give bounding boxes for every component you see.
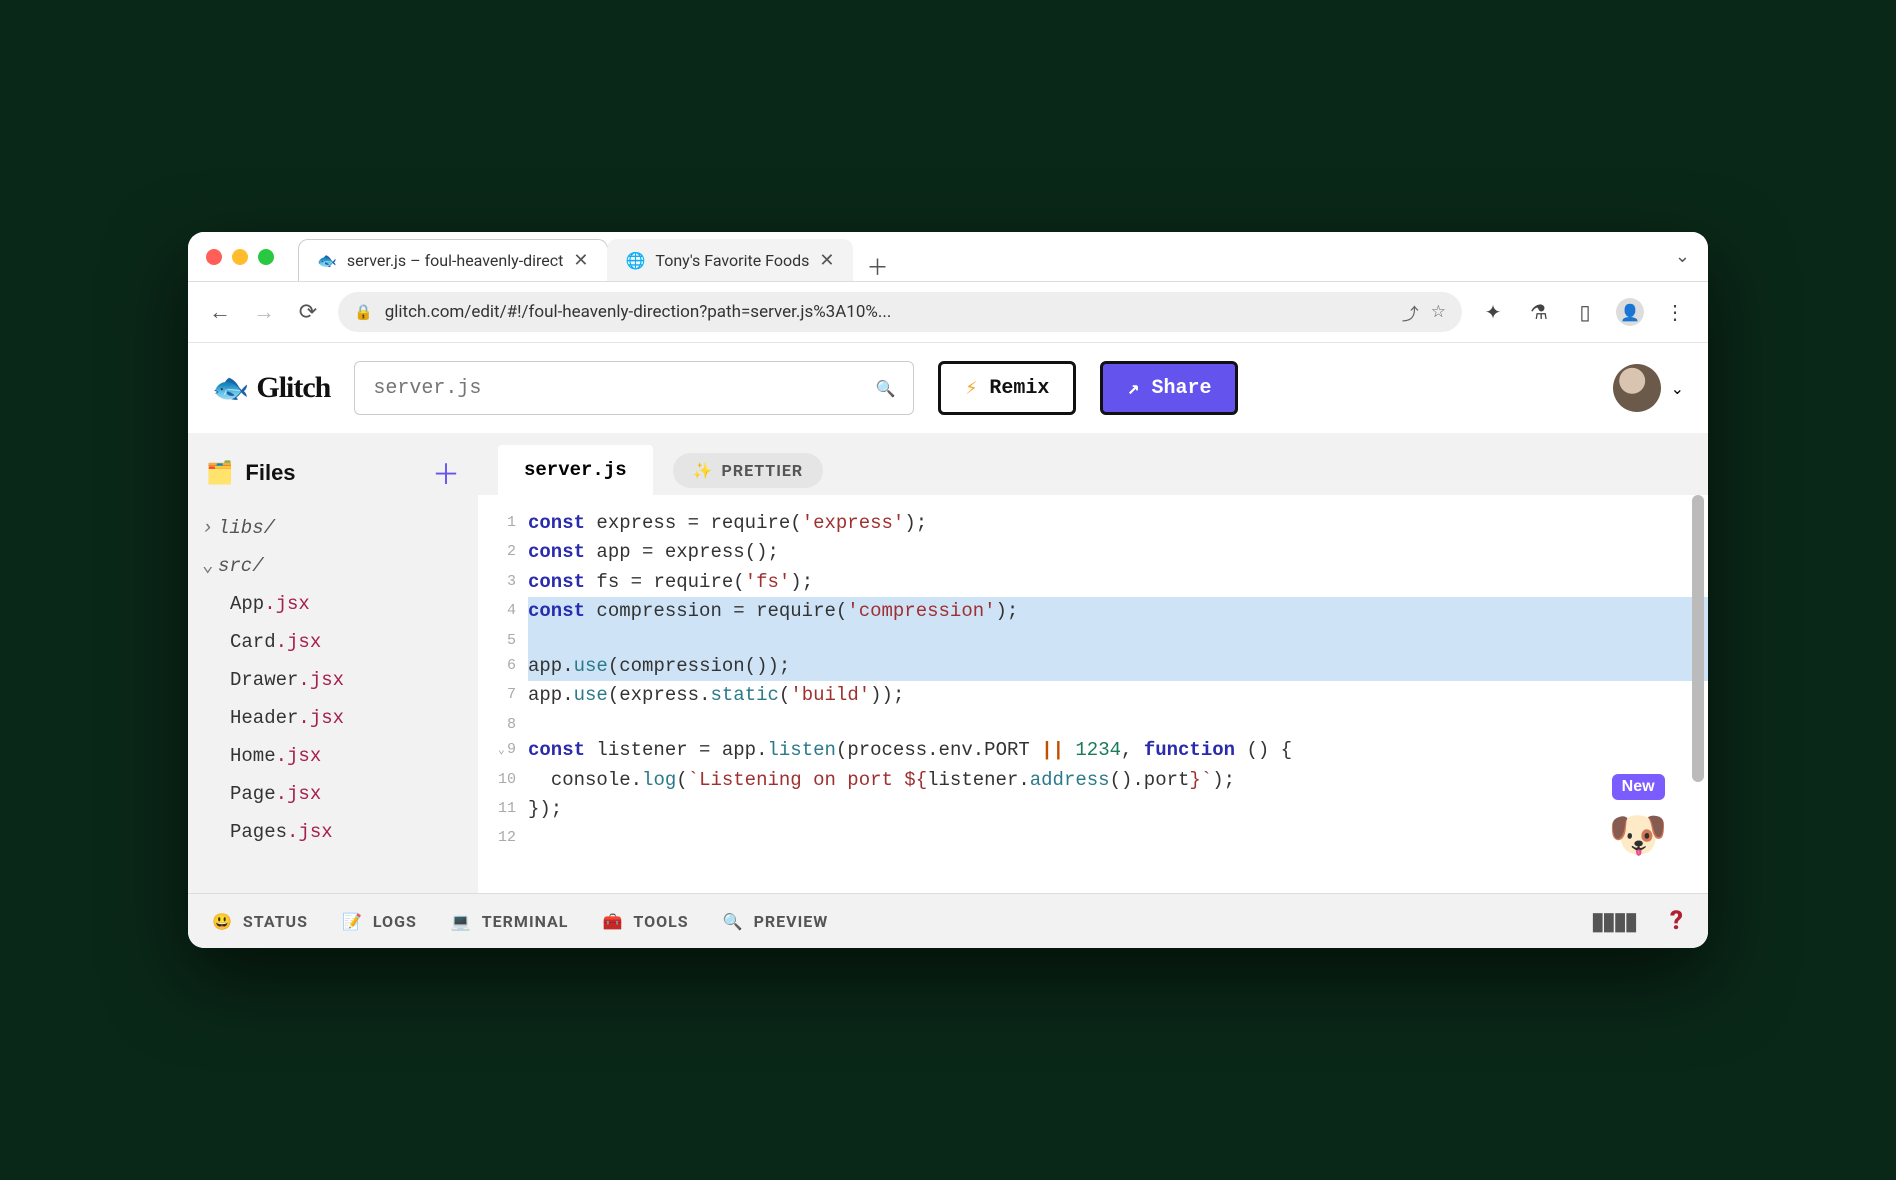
share-button[interactable]: ↗ Share — [1100, 361, 1238, 415]
footer-logs[interactable]: 📝LOGS — [342, 912, 417, 931]
titlebar: 🐟 server.js – foul-heavenly-direct ✕ 🌐 T… — [188, 232, 1708, 282]
tab-list-button[interactable]: ⌄ — [1675, 246, 1690, 267]
file-item[interactable]: App.jsx — [202, 585, 468, 623]
scrollbar[interactable] — [1692, 495, 1704, 893]
url-text: glitch.com/edit/#!/foul-heavenly-directi… — [385, 302, 1390, 322]
tools-icon: 🧰 — [602, 912, 623, 931]
status-icon: 😃 — [212, 912, 233, 931]
editor-tabs: server.js ✨ PRETTIER — [478, 433, 1708, 495]
terminal-icon: 💻 — [451, 912, 472, 931]
glitch-logo[interactable]: 🐟 Glitch — [212, 371, 330, 406]
lock-icon: 🔒 — [354, 303, 373, 321]
brand-text: Glitch — [256, 371, 330, 405]
favicon-icon: 🐟 — [317, 251, 337, 270]
files-header: 🗂️ Files ＋ — [198, 447, 468, 509]
new-badge-label: New — [1612, 774, 1665, 800]
labs-icon[interactable]: ⚗ — [1524, 297, 1554, 327]
file-item[interactable]: Home.jsx — [202, 737, 468, 775]
minimize-window-button[interactable] — [232, 249, 248, 265]
preview-icon: 🔍 — [723, 912, 744, 931]
close-window-button[interactable] — [206, 249, 222, 265]
share-icon[interactable]: ⤴ — [1402, 300, 1419, 325]
toolbar: ← → ⟳ 🔒 glitch.com/edit/#!/foul-heavenly… — [188, 282, 1708, 343]
file-item[interactable]: Card.jsx — [202, 623, 468, 661]
footer-tools[interactable]: 🧰TOOLS — [602, 912, 688, 931]
file-item[interactable]: Header.jsx — [202, 699, 468, 737]
editor-tab-active[interactable]: server.js — [498, 445, 653, 495]
footer-preview[interactable]: 🔍PREVIEW — [723, 912, 829, 931]
menu-icon[interactable]: ⋮ — [1660, 297, 1690, 327]
tab-close-icon[interactable]: ✕ — [573, 250, 588, 271]
browser-window: 🐟 server.js – foul-heavenly-direct ✕ 🌐 T… — [188, 232, 1708, 948]
tab-title: Tony's Favorite Foods — [655, 251, 809, 270]
footer-status[interactable]: 😃STATUS — [212, 912, 308, 931]
file-item[interactable]: Page.jsx — [202, 775, 468, 813]
new-tab-button[interactable]: ＋ — [862, 251, 892, 281]
globe-icon: 🌐 — [626, 251, 646, 270]
glitch-fish-icon: 🐟 — [212, 371, 248, 406]
sidepanel-icon[interactable]: ▯ — [1570, 297, 1600, 327]
file-tree: ›libs/ ⌄src/ App.jsxCard.jsxDrawer.jsxHe… — [198, 509, 468, 851]
extensions-icon[interactable]: ✦ — [1478, 297, 1508, 327]
file-item[interactable]: Drawer.jsx — [202, 661, 468, 699]
chevron-down-icon: ⌄ — [1671, 379, 1684, 398]
browser-tab-active[interactable]: 🐟 server.js – foul-heavenly-direct ✕ — [298, 239, 608, 281]
share-arrow-icon: ↗ — [1127, 375, 1139, 401]
keyboard-icon[interactable]: ▮▮▮▮ — [1591, 907, 1636, 935]
remix-label: Remix — [989, 377, 1049, 400]
reload-button[interactable]: ⟳ — [294, 298, 322, 326]
main: 🗂️ Files ＋ ›libs/ ⌄src/ App.jsxCard.jsxD… — [188, 433, 1708, 893]
editor: server.js ✨ PRETTIER 1const express = re… — [478, 433, 1708, 893]
avatar — [1613, 364, 1661, 412]
dog-icon: 🐶 — [1608, 806, 1668, 863]
footer: 😃STATUS 📝LOGS 💻TERMINAL 🧰TOOLS 🔍PREVIEW ▮▮▮▮… — [188, 893, 1708, 948]
search-input[interactable] — [373, 377, 863, 400]
folder-src[interactable]: ⌄src/ — [202, 547, 468, 585]
app-header: 🐟 Glitch 🔍 ⚡ Remix ↗ Share ⌄ — [188, 343, 1708, 433]
remix-button[interactable]: ⚡ Remix — [938, 361, 1076, 415]
sidebar: 🗂️ Files ＋ ›libs/ ⌄src/ App.jsxCard.jsxD… — [188, 433, 478, 893]
search-icon: 🔍 — [875, 379, 895, 398]
tab-title: server.js – foul-heavenly-direct — [347, 251, 563, 270]
bookmark-icon[interactable]: ☆ — [1431, 302, 1446, 322]
share-label: Share — [1151, 377, 1211, 400]
back-button[interactable]: ← — [206, 298, 234, 326]
folder-libs[interactable]: ›libs/ — [202, 509, 468, 547]
browser-tab[interactable]: 🌐 Tony's Favorite Foods ✕ — [607, 239, 854, 281]
address-bar[interactable]: 🔒 glitch.com/edit/#!/foul-heavenly-direc… — [338, 292, 1462, 332]
project-search[interactable]: 🔍 — [354, 361, 914, 415]
forward-button[interactable]: → — [250, 298, 278, 326]
sparkle-icon: ✨ — [693, 461, 714, 480]
traffic-lights — [206, 249, 274, 265]
browser-tabs: 🐟 server.js – foul-heavenly-direct ✕ 🌐 T… — [298, 232, 1665, 281]
files-icon: 🗂️ — [206, 460, 233, 486]
help-button[interactable]: ? — [1670, 906, 1684, 936]
user-menu[interactable]: ⌄ — [1613, 364, 1684, 412]
files-heading: Files — [245, 460, 295, 486]
code-area[interactable]: 1const express = require('express');2con… — [478, 495, 1708, 893]
prettier-label: PRETTIER — [722, 461, 804, 480]
profile-icon[interactable]: 👤 — [1616, 298, 1644, 326]
bolt-icon: ⚡ — [965, 375, 977, 401]
footer-terminal[interactable]: 💻TERMINAL — [451, 912, 569, 931]
new-badge[interactable]: New 🐶 — [1608, 774, 1668, 863]
maximize-window-button[interactable] — [258, 249, 274, 265]
tab-close-icon[interactable]: ✕ — [819, 250, 834, 271]
new-file-button[interactable]: ＋ — [432, 453, 460, 493]
logs-icon: 📝 — [342, 912, 363, 931]
prettier-button[interactable]: ✨ PRETTIER — [673, 453, 824, 488]
file-item[interactable]: Pages.jsx — [202, 813, 468, 851]
